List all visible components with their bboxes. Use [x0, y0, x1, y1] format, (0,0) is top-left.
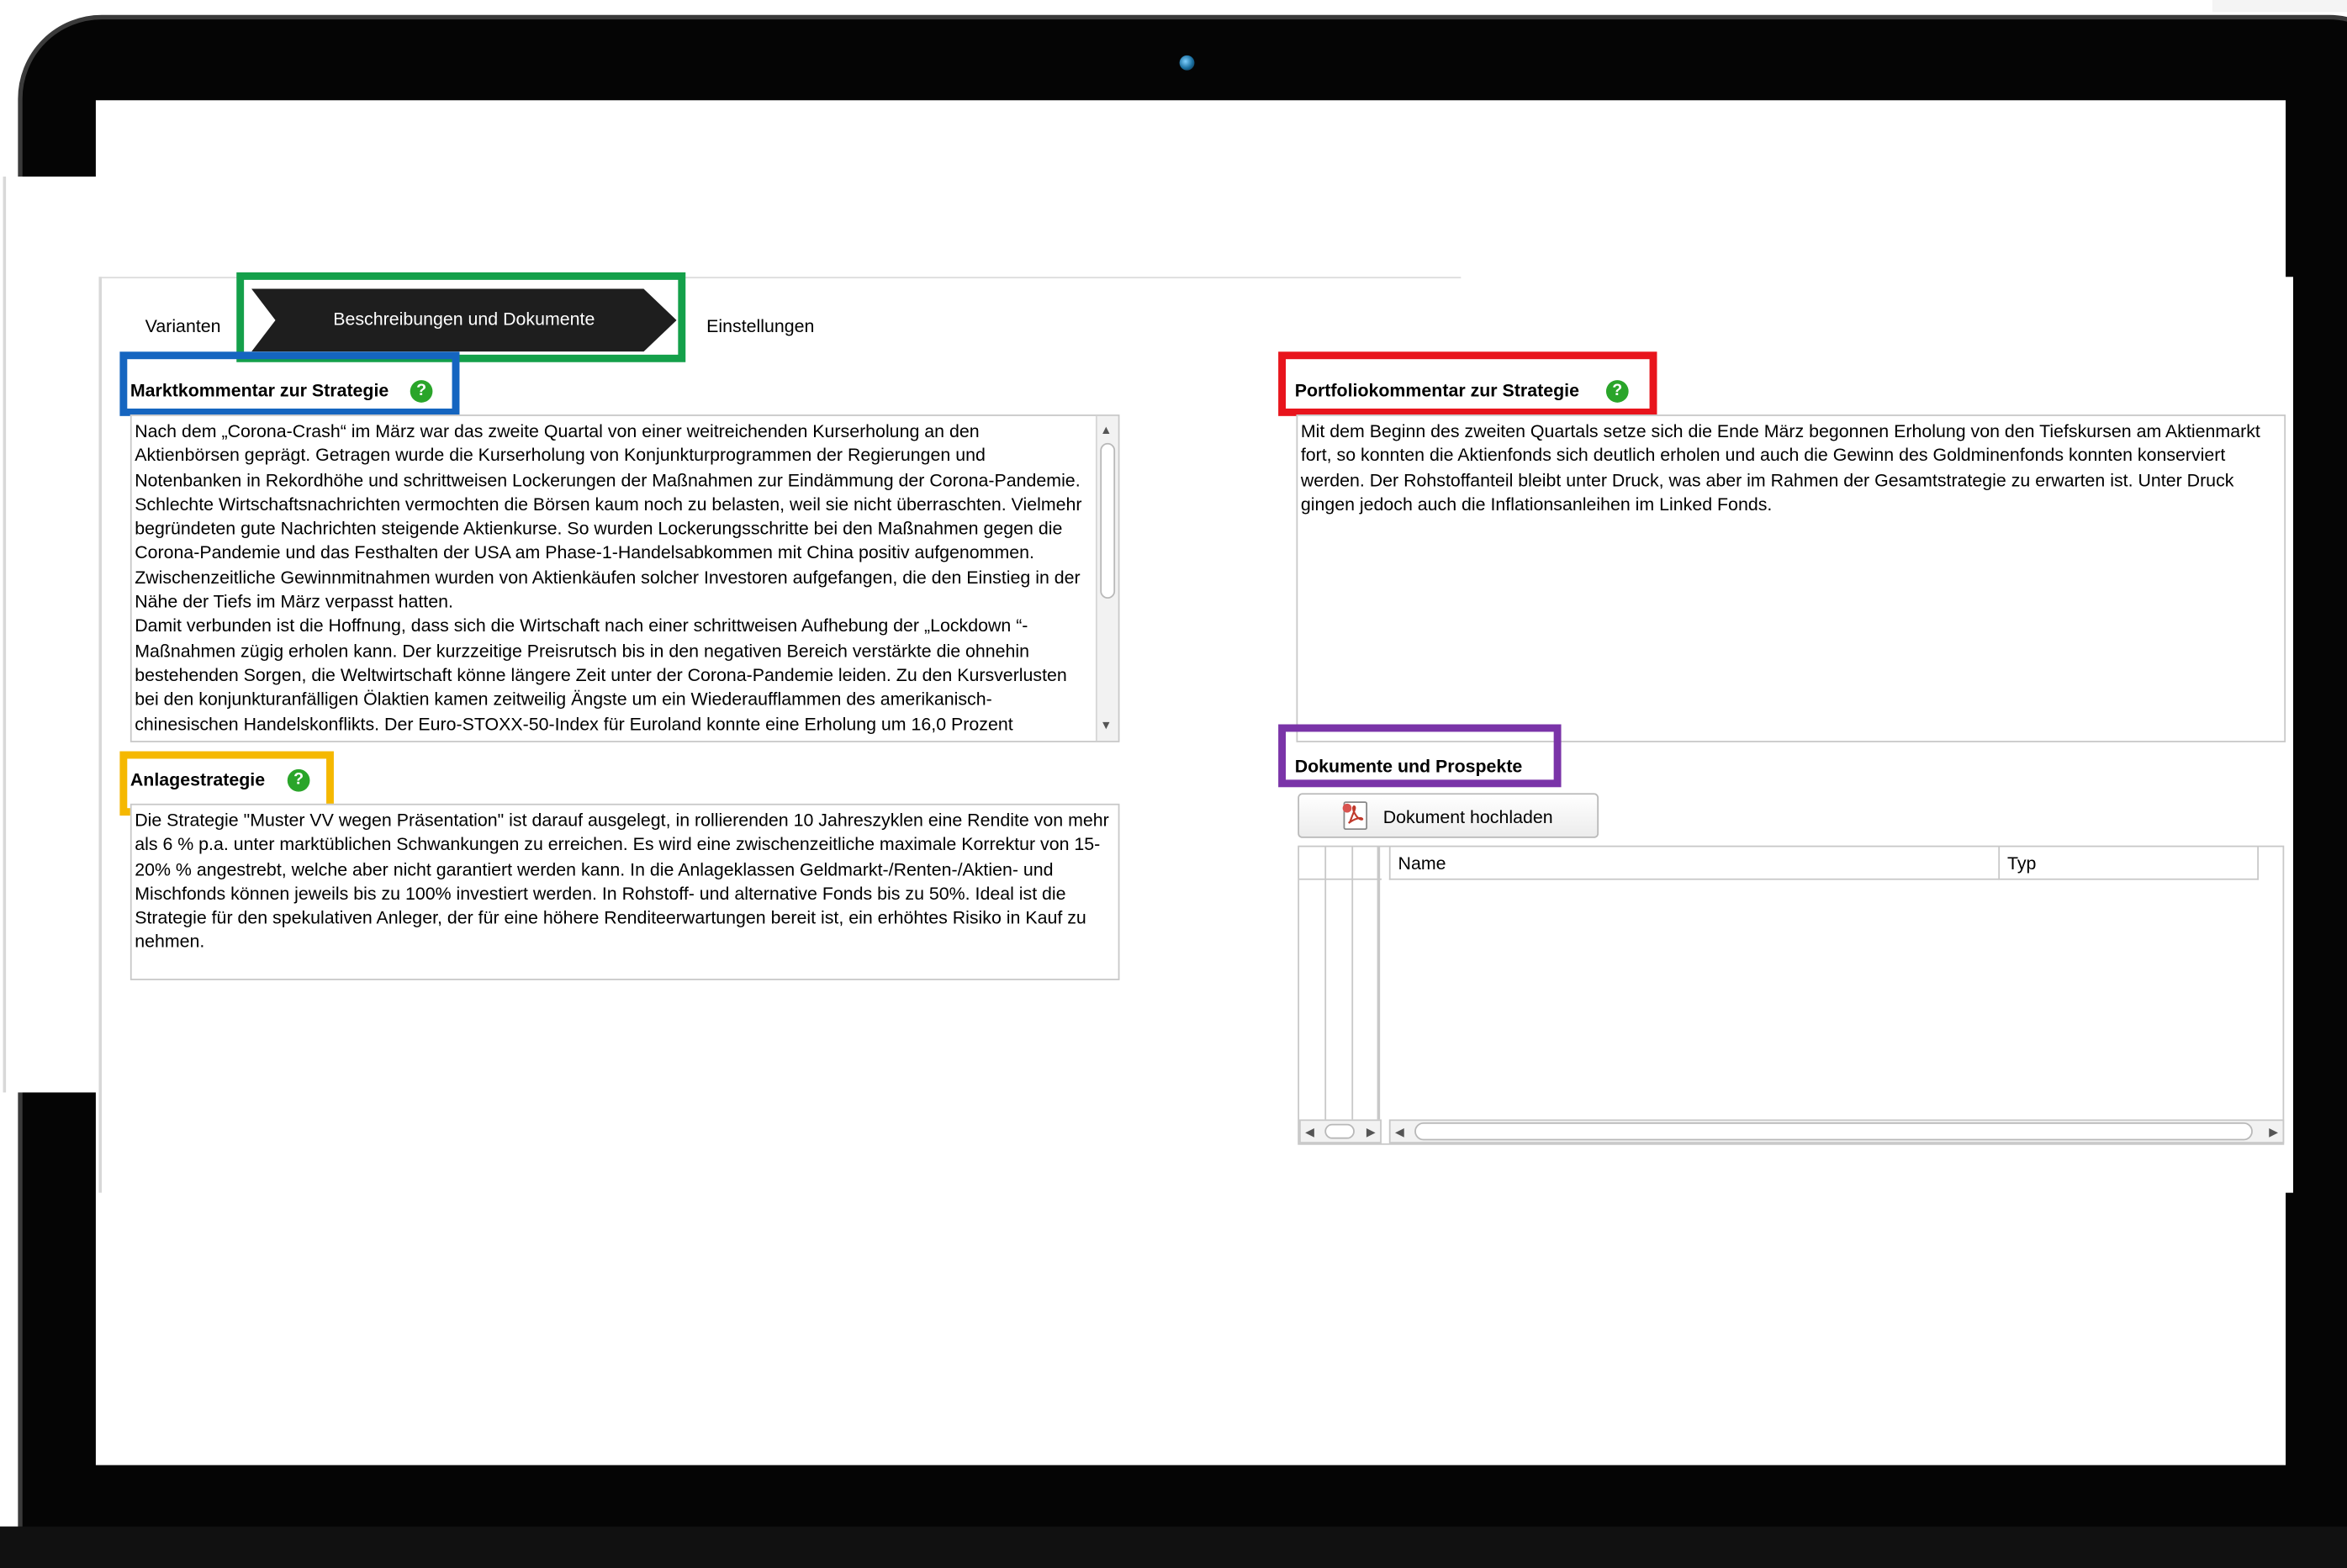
marktkommentar-title: Marktkommentar zur Strategie [130, 380, 389, 402]
tab-einstellungen[interactable]: Einstellungen [706, 316, 814, 337]
scroll-left-arrow-icon[interactable]: ◀ [1305, 1126, 1314, 1139]
horizontal-scrollbar-main[interactable]: ◀ ▶ [1388, 1119, 2285, 1143]
scroll-left-arrow-icon[interactable]: ◀ [1395, 1126, 1404, 1139]
scroll-up-arrow-icon[interactable]: ▲ [1100, 419, 1112, 443]
portfoliokommentar-text: Mit dem Beginn des zweiten Quartals setz… [1300, 420, 2260, 515]
documents-table: Name Typ ◀ ▶ ◀ ▶ [1298, 845, 2285, 1145]
marktkommentar-textarea[interactable]: Nach dem „Corona-Crash“ im März war das … [130, 414, 1120, 742]
anlagestrategie-text: Die Strategie "Muster VV wegen Präsentat… [135, 809, 1109, 953]
marktkommentar-paragraph: Damit verbunden ist die Hoffnung, dass s… [135, 615, 1067, 741]
horizontal-scrollbar-left[interactable]: ◀ ▶ [1299, 1119, 1382, 1143]
dokument-hochladen-button[interactable]: Dokument hochladen [1298, 793, 1599, 838]
dokumente-title: Dokumente und Prospekte [1294, 755, 1523, 777]
background-corner [2212, 0, 2347, 13]
camera-icon [1179, 55, 1195, 71]
row-selector-column [1299, 847, 1327, 1120]
anlagestrategie-textarea[interactable]: Die Strategie "Muster VV wegen Präsentat… [130, 803, 1120, 980]
laptop-base [0, 1526, 2347, 1568]
fixed-column [1326, 847, 1354, 1120]
help-icon[interactable]: ? [1605, 380, 1629, 403]
scroll-down-arrow-icon[interactable]: ▼ [1100, 714, 1112, 738]
help-icon[interactable]: ? [287, 768, 310, 792]
vertical-scrollbar[interactable]: ▲ ▼ [1095, 415, 1118, 742]
marktkommentar-paragraph: Nach dem „Corona-Crash“ im März war das … [135, 420, 1082, 613]
column-header-name[interactable]: Name [1388, 847, 2001, 880]
portfoliokommentar-title: Portfoliokommentar zur Strategie [1294, 380, 1579, 402]
fixed-column [1353, 847, 1381, 1120]
help-icon[interactable]: ? [410, 380, 433, 403]
anlagestrategie-title: Anlagestrategie [130, 768, 266, 790]
app-left-border [98, 277, 103, 1193]
pdf-upload-icon [1342, 801, 1368, 831]
scroll-right-arrow-icon[interactable]: ▶ [2269, 1126, 2278, 1139]
scrollbar-thumb[interactable] [1414, 1122, 2253, 1141]
scrollbar-thumb[interactable] [1324, 1123, 1355, 1139]
scrollbar-thumb[interactable] [1100, 442, 1116, 599]
portfoliokommentar-textarea[interactable]: Mit dem Beginn des zweiten Quartals setz… [1296, 414, 2286, 742]
scroll-right-arrow-icon[interactable]: ▶ [1366, 1126, 1376, 1139]
tab-varianten[interactable]: Varianten [145, 316, 221, 337]
upload-button-label: Dokument hochladen [1382, 806, 1553, 828]
column-header-typ[interactable]: Typ [2000, 847, 2260, 880]
laptop-mockup: Varianten Beschreibungen und Dokumente E… [0, 0, 2347, 1568]
highlight-green [236, 272, 686, 362]
